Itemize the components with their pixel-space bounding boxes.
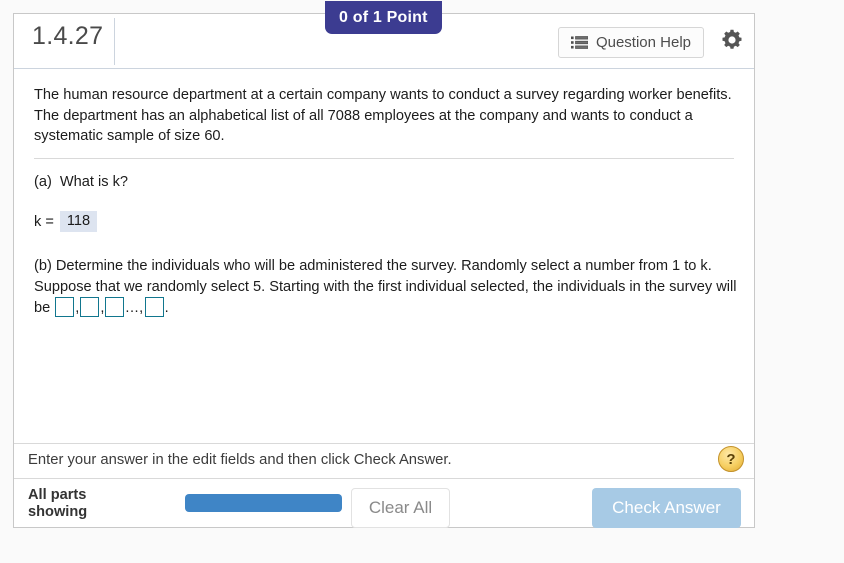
- card-footer: All parts showing Clear All Check Answer: [14, 479, 754, 563]
- exercise-card: 1.4.27 0 of 1 Point Question Help The hu…: [13, 1, 755, 528]
- part-b-label: (b): [34, 258, 52, 274]
- clear-all-button[interactable]: Clear All: [351, 488, 450, 528]
- instruction-text: Enter your answer in the edit fields and…: [28, 452, 452, 468]
- settings-button[interactable]: [716, 26, 748, 58]
- instruction-strip: Enter your answer in the edit fields and…: [14, 443, 754, 479]
- exercise-number: 1.4.27: [32, 22, 104, 50]
- gear-icon: [720, 28, 744, 57]
- all-parts-showing-label: All parts showing: [28, 487, 88, 520]
- points-badge: 0 of 1 Point: [325, 1, 442, 34]
- separator-3: ...,: [125, 300, 144, 316]
- part-a-text: What is k?: [59, 173, 129, 190]
- answer-blank-4[interactable]: [144, 297, 164, 317]
- k-equals-label: k =: [34, 213, 54, 230]
- k-value-field[interactable]: 118: [59, 211, 98, 232]
- help-icon[interactable]: ?: [718, 446, 744, 472]
- question-help-button[interactable]: Question Help: [557, 27, 704, 58]
- card-header: 1.4.27 0 of 1 Point Question Help: [14, 1, 754, 69]
- part-a-answer-row: k = 118: [34, 211, 734, 232]
- part-b: (b) Determine the individuals who will be…: [34, 256, 740, 319]
- content-divider: [34, 157, 734, 159]
- sentence-terminator: .: [164, 300, 169, 316]
- separator-1: ,: [75, 300, 80, 316]
- answer-blank-1[interactable]: [55, 297, 75, 317]
- answer-blank-3[interactable]: [105, 297, 125, 317]
- list-icon: [570, 36, 588, 49]
- answer-blank-2[interactable]: [80, 297, 100, 317]
- question-body: The human resource department at a certa…: [14, 69, 754, 443]
- progress-bar: [185, 494, 342, 512]
- part-a: (a) What is k?: [34, 172, 740, 193]
- part-a-label: (a): [34, 173, 52, 190]
- check-answer-button[interactable]: Check Answer: [592, 488, 741, 528]
- question-help-label: Question Help: [595, 34, 691, 51]
- separator-2: ,: [100, 300, 105, 316]
- header-divider: [114, 18, 115, 65]
- question-intro-text: The human resource department at a certa…: [34, 87, 732, 144]
- progress-bar-fill: [185, 494, 342, 512]
